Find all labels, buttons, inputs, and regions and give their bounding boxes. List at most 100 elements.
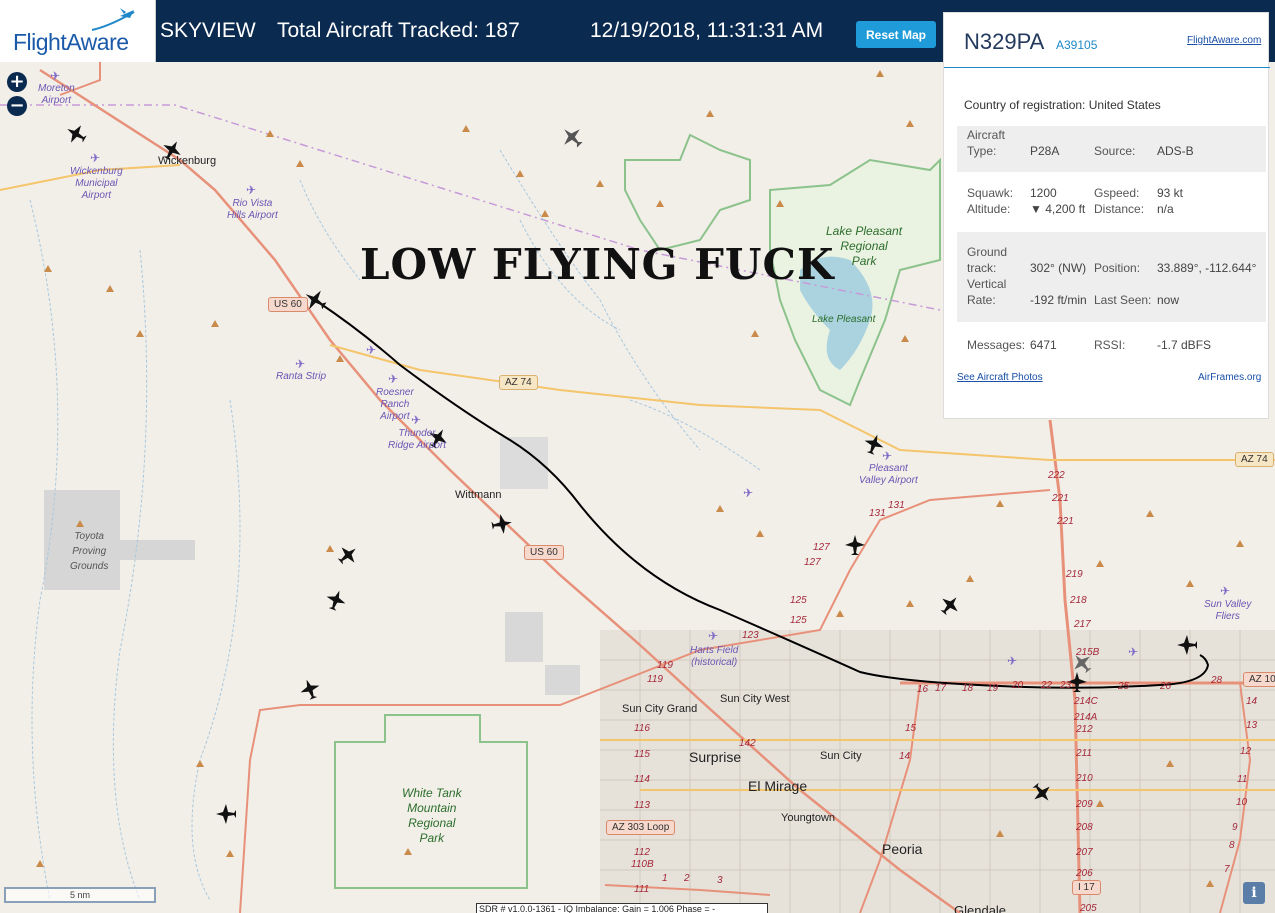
reset-map-button[interactable]: Reset Map [856,21,936,48]
route-number: 221 [1052,493,1069,504]
route-number: 112 [634,847,650,858]
route-number: 209 [1076,799,1093,810]
skyview-app: FlightAware SKYVIEW Total Aircraft Track… [0,0,1275,913]
squawk-label: Squawk: [967,186,1014,200]
svg-text:✈: ✈ [50,69,60,83]
route-number: 14 [899,751,911,762]
aircraft-icon-grey[interactable] [556,121,587,152]
aircraft-icon[interactable] [936,591,964,619]
rssi-value: -1.7 dBFS [1157,338,1212,352]
svg-text:✈: ✈ [1128,645,1138,659]
app-name: SKYVIEW [160,19,256,42]
aircraft-icon[interactable] [216,804,236,824]
aircraft-icon[interactable] [845,535,865,555]
route-number: 127 [813,542,830,553]
route-number: 1 [662,873,668,884]
toyota-grounds-area [44,490,195,590]
route-number: 221 [1057,516,1074,527]
aircraft-icon[interactable] [297,676,323,702]
route-number: 125 [790,615,807,626]
last-seen-value: now [1157,293,1180,307]
route-number: 217 [1074,619,1091,630]
park-label: Lake Pleasant Regional Park [826,224,903,268]
route-number: 17 [935,683,947,694]
country-label: Country of registration: [964,98,1086,112]
place-label: Surprise [689,749,742,765]
distance-label: Distance: [1094,202,1145,216]
position-value: 33.889°, -112.644° [1157,261,1257,275]
ground-track-label: Ground track: [967,245,1008,275]
total-aircraft-count: Total Aircraft Tracked: 187 [277,19,520,42]
flightaware-logo[interactable]: FlightAware [0,0,156,62]
highway-shield: AZ 74 [499,375,538,390]
airframes-link[interactable]: AirFrames.org [1198,372,1261,383]
route-number: 208 [1076,822,1093,833]
aircraft-icon[interactable] [490,512,513,535]
svg-text:✈: ✈ [882,449,892,463]
svg-text:✈: ✈ [708,629,718,643]
route-number: 218 [1070,595,1087,606]
aircraft-hex: A39105 [1056,38,1098,52]
gray-area [505,612,543,662]
gspeed-label: Gspeed: [1094,186,1140,200]
route-number: 131 [869,508,886,519]
sdr-status-bar: SDR # v1.0.0-1361 - IQ Imbalance: Gain =… [476,903,768,913]
route-number: 142 [739,738,756,749]
airport-label: Ranta Strip [276,371,327,382]
overlay-caption: LOW FLYING FUCK [360,240,835,289]
altitude-value: ▼ 4,200 ft [1030,202,1086,216]
map-scale-bar: 5 nm [4,887,156,903]
airport-label: Thunder Ridge Airport [388,428,446,451]
country-value: United States [1088,98,1161,112]
svg-text:✈: ✈ [246,183,256,197]
svg-text:✈: ✈ [90,151,100,165]
route-number: 214A [1074,712,1098,723]
distance-value: n/a [1157,202,1174,216]
gspeed-value: 93 kt [1157,186,1184,200]
route-number: 11 [1237,774,1248,785]
zoom-out-button[interactable]: − [7,96,27,116]
place-label: Wittmann [455,489,502,501]
position-label: Position: [1094,261,1141,275]
park-boundary [624,133,751,252]
source-value: ADS-B [1157,144,1194,158]
svg-text:✈: ✈ [295,357,305,371]
aircraft-icon[interactable] [62,120,89,147]
svg-text:✈: ✈ [743,486,753,500]
info-button[interactable]: i [1243,882,1265,904]
type-source-block: Aircraft Type: P28A Source: ADS-B [957,126,1266,172]
aircraft-type-label: Aircraft Type: [967,128,1006,158]
highway-shield: AZ 10 [1243,672,1275,687]
place-label: Sun City [820,750,862,762]
route-number: 13 [1246,720,1258,731]
aircraft-photos-link[interactable]: See Aircraft Photos [957,372,1043,383]
route-number: 119 [647,674,663,685]
aircraft-type-value: P28A [1030,144,1060,158]
route-number: 206 [1076,868,1093,879]
route-number: 9 [1232,822,1238,833]
route-number: 131 [888,500,905,511]
airport-label: Pleasant Valley Airport [859,463,918,486]
vertical-rate-value: -192 ft/min [1030,293,1087,307]
zoom-in-button[interactable]: + [7,72,27,92]
vertical-rate-label: Vertical Rate: [967,277,1007,307]
route-number: 2 [684,873,690,884]
route-number: 3 [717,875,723,886]
squawk-altitude-block: Squawk: 1200 Gspeed: 93 kt Altitude: ▼ 4… [957,185,1266,223]
route-number: 119 [657,660,673,671]
place-label: Sun City Grand [622,703,698,715]
route-number: 19 [987,683,999,694]
aircraft-icon[interactable] [334,541,362,569]
route-number: 26 [1160,681,1172,692]
highway-shield: I 17 [1072,880,1101,895]
last-seen-label: Last Seen: [1094,293,1152,307]
rssi-label: RSSI: [1094,338,1126,352]
aircraft-icon[interactable] [323,587,349,613]
messages-value: 6471 [1030,338,1057,352]
airport-label: Wickenburg Municipal Airport [70,166,123,201]
route-number: 7 [1224,864,1230,875]
flightaware-link[interactable]: FlightAware.com [1187,35,1261,46]
place-label: Peoria [882,841,923,857]
svg-text:✈: ✈ [388,372,398,386]
track-position-block: Ground track: 302° (NW) Position: 33.889… [957,232,1266,322]
